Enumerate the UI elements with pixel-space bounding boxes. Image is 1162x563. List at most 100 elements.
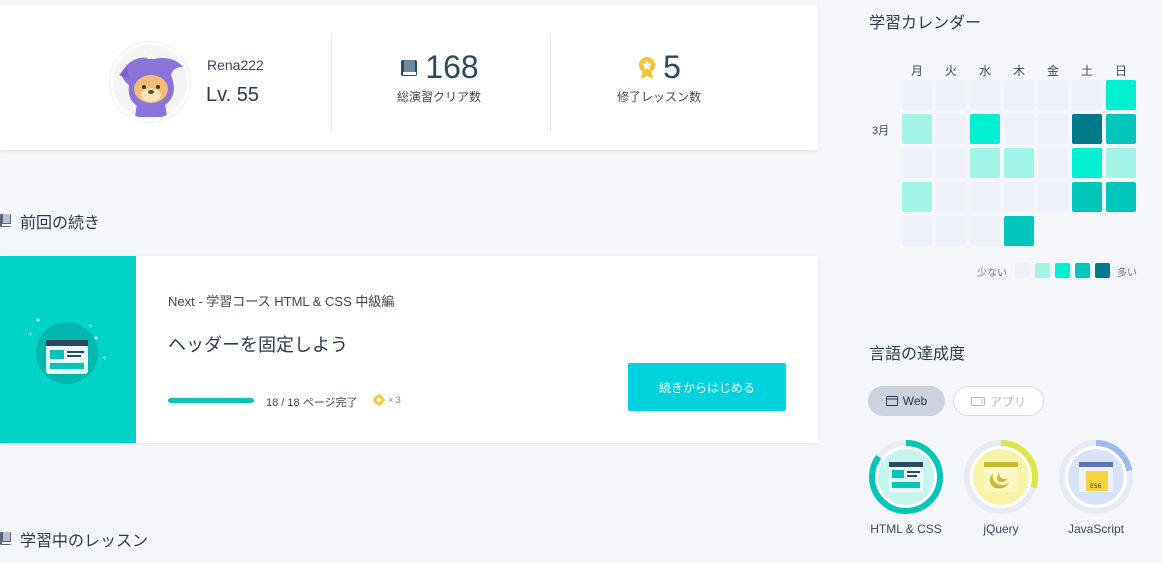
svg-text:+: + (88, 323, 93, 330)
browser-lesson-icon: + + + (28, 318, 107, 384)
calendar-day-cell[interactable] (902, 114, 932, 144)
stat-value: 168 (425, 49, 479, 85)
divider (550, 33, 551, 131)
stat-label: 総演習クリア数 (396, 90, 481, 104)
calendar-day-cell[interactable] (936, 148, 966, 178)
calendar-day-cell[interactable] (1004, 216, 1034, 246)
language-label: JavaScript (1067, 522, 1125, 536)
calendar-day-cell[interactable] (1038, 148, 1068, 178)
calendar-day-cell[interactable] (902, 216, 932, 246)
progress-ring: ES6 (1057, 438, 1135, 516)
calendar-day-cell[interactable] (1004, 148, 1034, 178)
divider (331, 33, 332, 131)
lesson-progress-bar (168, 398, 254, 403)
language-javascript[interactable]: ES6 JavaScript (1056, 438, 1136, 536)
calendar-day-cell[interactable] (902, 148, 932, 178)
svg-text:+: + (102, 355, 107, 362)
lesson-title[interactable]: ヘッダーを固定しよう (168, 331, 348, 357)
calendar-day-header: 木 (1012, 64, 1025, 78)
username: Rena222 (207, 57, 264, 73)
next-lesson-card[interactable]: + + + Next - 学習コース HTML & CSS 中級編 ヘッダーを固… (0, 256, 818, 443)
stat-lessons-completed: 5 修了レッスン数 (559, 49, 759, 105)
calendar-day-cell[interactable] (902, 182, 932, 212)
legend-swatch (1035, 263, 1050, 278)
calendar-day-cell[interactable] (1072, 114, 1102, 144)
calendar-day-header: 金 (1046, 64, 1059, 78)
user-level: Lv. 55 (206, 84, 259, 106)
calendar-day-cell[interactable] (1106, 80, 1136, 110)
javascript-icon: ES6 (1079, 462, 1113, 492)
legend-swatch (1075, 263, 1090, 278)
section-heading-text: 前回の続き (20, 215, 101, 232)
tab-label: アプリ (989, 394, 1026, 409)
calendar-day-header: 日 (1114, 64, 1127, 78)
svg-text:+: + (28, 331, 33, 338)
calendar-day-cell[interactable] (902, 80, 932, 110)
calendar-day-cell[interactable] (1106, 148, 1136, 178)
legend-swatch (1015, 263, 1030, 278)
calendar-day-cell[interactable] (1038, 114, 1068, 144)
reward: × 3 (372, 393, 401, 407)
calendar-day-cell[interactable] (936, 114, 966, 144)
legend-swatch (1055, 263, 1070, 278)
svg-text:ES6: ES6 (1090, 483, 1102, 490)
ninja-avatar-icon (119, 53, 183, 117)
progress-ring (867, 438, 945, 516)
profile-card: Rena222 Lv. 55 168 総演習クリア数 5 修了レッスン数 (0, 5, 818, 150)
language-label: HTML & CSS (870, 522, 942, 536)
course-name: Next - 学習コース HTML & CSS 中級編 (168, 294, 395, 309)
calendar-day-cell[interactable] (970, 148, 1000, 178)
calendar-day-cell[interactable] (970, 80, 1000, 110)
calendar-day-cell[interactable] (1038, 80, 1068, 110)
calendar-day-cell[interactable] (1004, 80, 1034, 110)
calendar-day-cell[interactable] (1004, 182, 1034, 212)
calendar-day-cell[interactable] (1106, 182, 1136, 212)
calendar-day-cell[interactable] (1106, 114, 1136, 144)
legend-swatch (1095, 263, 1110, 278)
lesson-progress-fill (168, 398, 254, 403)
calendar-day-cell[interactable] (970, 182, 1000, 212)
language-jquery[interactable]: jQuery (961, 438, 1041, 536)
jquery-icon (984, 462, 1018, 492)
calendar-day-cell[interactable] (936, 80, 966, 110)
calendar-day-cell[interactable] (1072, 182, 1102, 212)
browser-icon (885, 396, 898, 406)
tab-app[interactable]: アプリ (953, 386, 1044, 416)
tab-web[interactable]: Web (868, 386, 945, 416)
calendar-day-header: 火 (944, 64, 957, 78)
calendar-day-cell[interactable] (1038, 182, 1068, 212)
book-icon (0, 214, 11, 227)
calendar-day-header: 水 (978, 64, 991, 78)
calendar-day-cell[interactable] (1072, 80, 1102, 110)
legend-more-label: 多い (1117, 268, 1137, 279)
progress-text: 18 / 18 ページ完了 (266, 397, 358, 409)
calendar-day-header: 月 (910, 64, 923, 78)
continue-button[interactable]: 続きからはじめる (628, 363, 786, 411)
calendar-day-cell[interactable] (936, 216, 966, 246)
language-label: jQuery (983, 522, 1019, 536)
tab-label: Web (902, 394, 928, 408)
phone-icon (970, 396, 985, 406)
gem-icon (372, 393, 386, 407)
lesson-thumbnail: + + + (0, 256, 136, 443)
calendar-day-cell[interactable] (1072, 148, 1102, 178)
stat-label: 修了レッスン数 (616, 90, 701, 104)
calendar-day-cell[interactable] (970, 216, 1000, 246)
book-icon (401, 59, 418, 76)
language-html-css[interactable]: HTML & CSS (866, 438, 946, 536)
progress-ring (962, 438, 1040, 516)
avatar[interactable] (110, 42, 190, 122)
legend-less-label: 少ない (977, 268, 1007, 279)
reward-count: × 3 (388, 395, 401, 405)
calendar-day-cell[interactable] (970, 114, 1000, 144)
section-heading-lessons: 学習中のレッスン (0, 527, 148, 551)
calendar-day-cell[interactable] (936, 182, 966, 212)
calendar-day-header: 土 (1080, 64, 1093, 78)
calendar-day-cell[interactable] (1004, 114, 1034, 144)
medal-icon (639, 56, 656, 79)
languages-heading: 言語の達成度 (869, 346, 966, 363)
stat-value: 5 (663, 49, 681, 85)
book-icon (0, 532, 11, 545)
section-heading-text: 学習中のレッスン (20, 533, 149, 550)
html-css-icon (889, 462, 923, 492)
